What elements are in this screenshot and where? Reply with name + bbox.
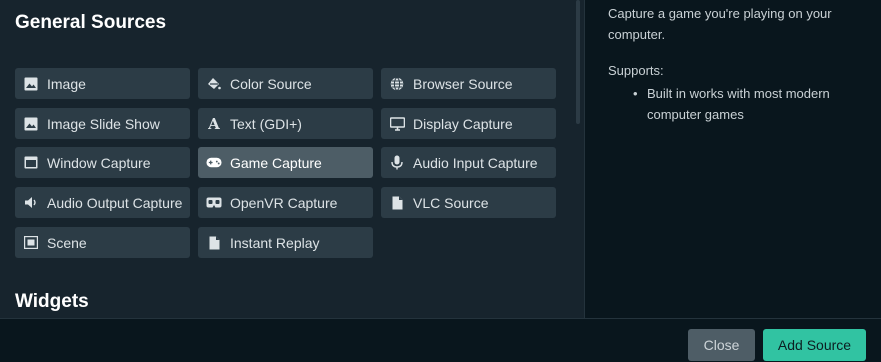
supports-label: Supports: [608,63,664,78]
source-tile-audio-input-capture[interactable]: Audio Input Capture [381,147,556,178]
source-tile-color-source[interactable]: Color Source [198,68,373,99]
source-label: Browser Source [413,75,513,92]
source-label: Text (GDI+) [230,115,302,132]
speaker-icon [23,195,39,211]
image-icon [23,76,39,92]
microphone-icon [389,155,405,171]
source-label: Audio Input Capture [413,154,538,171]
dialog-footer: Close Add Source [0,318,881,362]
supports-list: Built in works with most modern computer… [608,83,871,125]
scene-icon [23,235,39,251]
paint-bucket-icon [206,76,222,92]
source-tile-openvr-capture[interactable]: OpenVR Capture [198,187,373,218]
source-tile-audio-output-capture[interactable]: Audio Output Capture [15,187,190,218]
close-button[interactable]: Close [688,329,755,361]
scrollbar[interactable] [576,0,580,124]
add-source-button[interactable]: Add Source [763,329,866,361]
supports-item: Built in works with most modern computer… [633,83,871,125]
monitor-icon [389,116,405,132]
source-tile-scene[interactable]: Scene [15,227,190,258]
source-label: Image Slide Show [47,115,160,132]
source-tile-image[interactable]: Image [15,68,190,99]
source-tile-vlc-source[interactable]: VLC Source [381,187,556,218]
vr-headset-icon [206,195,222,211]
source-list-panel: General Sources Image Color Source Brows… [0,0,584,318]
source-label: Window Capture [47,154,151,171]
source-tile-instant-replay[interactable]: Instant Replay [198,227,373,258]
window-icon [23,155,39,171]
text-icon: A [208,114,220,133]
source-tile-window-capture[interactable]: Window Capture [15,147,190,178]
file-icon [389,195,405,211]
image-icon [23,116,39,132]
source-tile-browser-source[interactable]: Browser Source [381,68,556,99]
source-tile-image-slide-show[interactable]: Image Slide Show [15,108,190,139]
source-label: OpenVR Capture [230,194,338,211]
widgets-heading: Widgets [15,291,89,312]
source-tile-display-capture[interactable]: Display Capture [381,108,556,139]
source-label: Scene [47,234,87,251]
source-label: Game Capture [230,154,322,171]
source-label: Color Source [230,75,312,92]
source-tile-text-gdi[interactable]: A Text (GDI+) [198,108,373,139]
source-label: Instant Replay [230,234,320,251]
source-tile-game-capture[interactable]: Game Capture [198,147,373,178]
gamepad-icon [206,155,222,171]
source-label: Image [47,75,86,92]
source-description-panel: Capture a game you're playing on your co… [584,0,881,318]
source-label: Display Capture [413,115,513,132]
file-icon [206,235,222,251]
source-label: VLC Source [413,194,489,211]
source-description: Capture a game you're playing on your co… [608,6,832,42]
source-label: Audio Output Capture [47,194,183,211]
general-sources-heading: General Sources [15,12,167,33]
globe-icon [389,76,405,92]
